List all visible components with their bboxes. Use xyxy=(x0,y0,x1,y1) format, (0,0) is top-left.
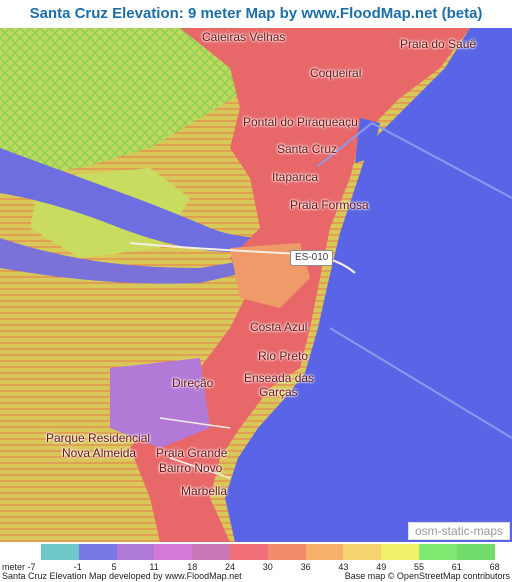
legend-swatch xyxy=(116,544,155,560)
place-label: Direção xyxy=(172,376,214,390)
place-label: Garças xyxy=(259,385,298,399)
map-title: Santa Cruz Elevation: 9 meter Map by www… xyxy=(29,5,483,22)
place-label: Parque Residencial xyxy=(46,431,151,445)
legend-tick: 30 xyxy=(262,562,273,572)
place-label: Marbella xyxy=(181,484,228,498)
place-label: Bairro Novo xyxy=(159,461,223,475)
place-label: Praia Formosa xyxy=(290,198,369,212)
place-label: Rio Preto xyxy=(258,349,309,363)
place-label: Enseada das xyxy=(244,371,315,385)
legend-swatch xyxy=(267,544,307,560)
legend-swatch xyxy=(78,544,118,560)
page: Santa Cruz Elevation: 9 meter Map by www… xyxy=(0,0,512,582)
legend-footer-left: Santa Cruz Elevation Map developed by ww… xyxy=(2,571,242,581)
legend-tick: 36 xyxy=(300,562,311,572)
road-shield-es010: ES-010 xyxy=(290,250,334,266)
legend-swatch xyxy=(456,544,496,560)
map-canvas xyxy=(0,28,512,542)
legend-swatch xyxy=(419,544,458,560)
place-label: Caieiras Velhas xyxy=(202,30,286,44)
place-label: Nova Almeida xyxy=(62,446,137,460)
legend-swatch xyxy=(41,544,80,560)
legend-swatch xyxy=(343,544,382,560)
place-label: Itaparica xyxy=(272,170,319,184)
place-label: Pontal do Piraqueaçu xyxy=(243,115,358,129)
place-label: Praia do Sauê xyxy=(400,37,477,51)
place-label: Costa Azul xyxy=(250,320,308,334)
place-label: Praia Grande xyxy=(156,446,228,460)
place-label: Santa Cruz xyxy=(277,142,338,156)
place-label: Coqueiral xyxy=(310,66,362,80)
elevation-map[interactable]: Caieiras Velhas Praia do Sauê Coqueiral … xyxy=(0,28,512,542)
legend-swatch xyxy=(154,544,193,560)
legend-swatch xyxy=(192,544,231,560)
osm-credit[interactable]: osm-static-maps xyxy=(407,522,510,540)
legend-swatch xyxy=(230,544,269,560)
legend-footer-right: Base map © OpenStreetMap contributors xyxy=(344,571,510,581)
elevation-legend: meter -7 -1 5 11 18 24 30 36 43 49 55 61 68 Santa Cr… xyxy=(0,542,512,582)
legend-swatch xyxy=(305,544,344,560)
legend-swatch xyxy=(381,544,420,560)
